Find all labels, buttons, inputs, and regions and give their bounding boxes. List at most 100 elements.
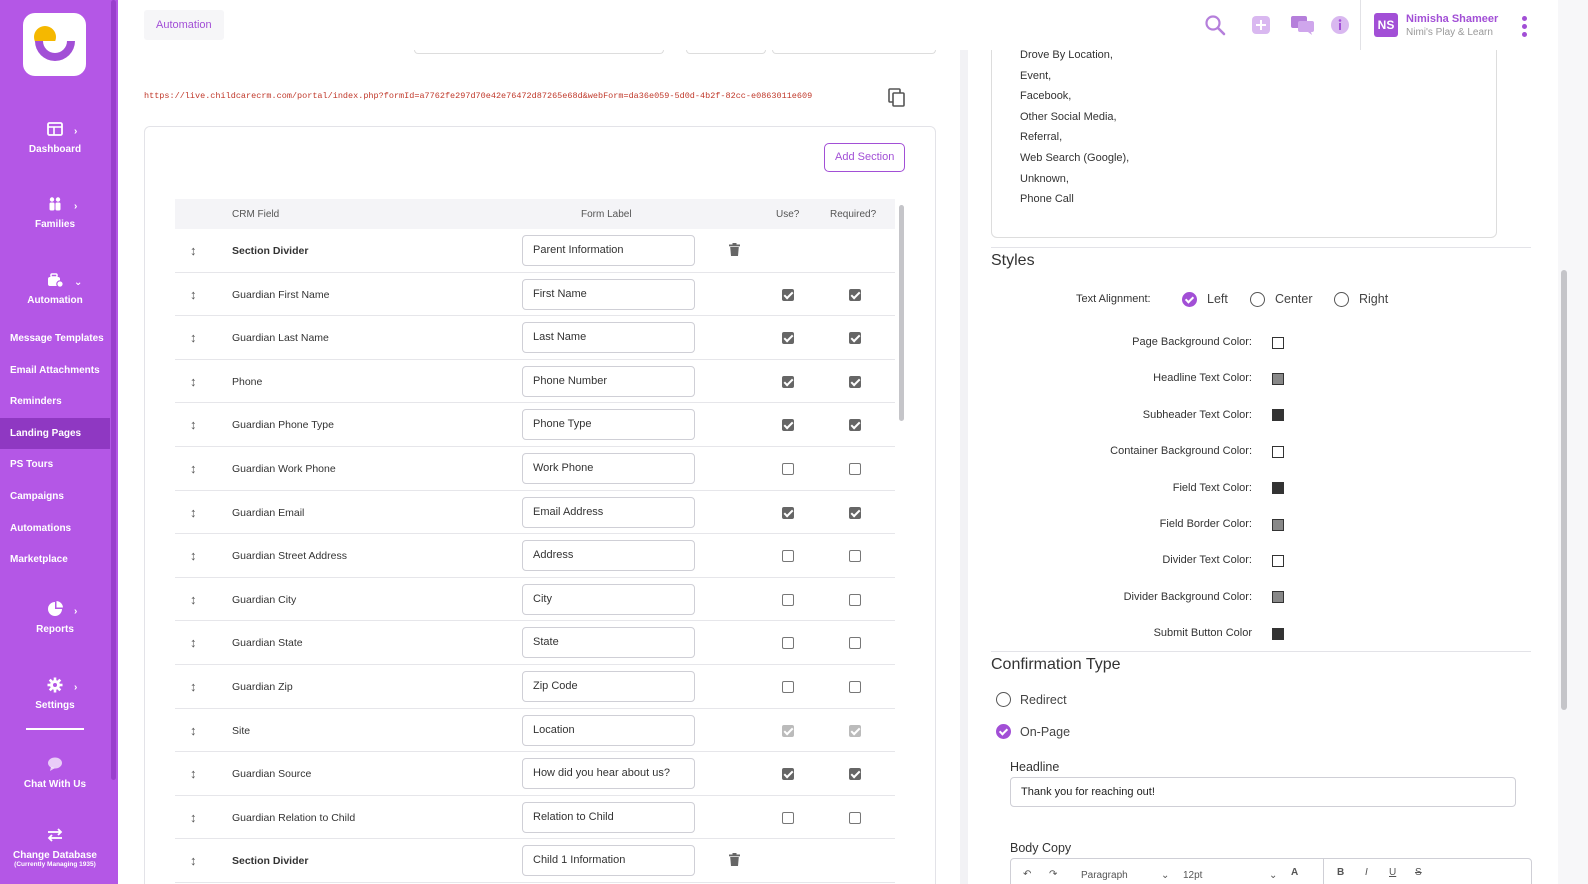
font-color-icon[interactable]: A [1291,867,1298,878]
required-checkbox[interactable] [849,768,861,781]
format-select[interactable]: Paragraph [1081,870,1128,881]
required-checkbox[interactable] [849,550,861,563]
required-checkbox[interactable] [849,637,861,650]
use-checkbox[interactable] [782,419,794,432]
alignment-radio-left[interactable] [1182,292,1197,307]
sidebar-item-reports[interactable]: › Reports [0,600,110,635]
headline-input[interactable]: Thank you for reaching out! [1010,777,1516,807]
sidebar-item-change-database[interactable]: Change Database (Currently Managing 1935) [0,826,110,869]
copy-icon[interactable] [888,88,906,108]
sidebar-subitem-email-attachments[interactable]: Email Attachments [0,355,110,386]
sidebar-item-chat-with-us[interactable]: Chat With Us [0,755,110,790]
info-icon[interactable] [1329,14,1351,36]
bold-icon[interactable]: B [1337,867,1344,878]
form-label-input[interactable]: Relation to Child [522,801,695,833]
form-label-input[interactable]: How did you hear about us? [522,758,695,790]
use-checkbox[interactable] [782,332,794,345]
alignment-label-center[interactable]: Center [1275,292,1313,306]
use-checkbox[interactable] [782,550,794,563]
add-icon[interactable] [1250,14,1272,36]
underline-icon[interactable]: U [1389,867,1396,878]
confirmation-radio-on-page[interactable] [996,724,1011,739]
color-swatch[interactable] [1272,554,1284,567]
font-size-select[interactable]: 12pt [1183,870,1202,881]
required-checkbox[interactable] [849,332,861,345]
alignment-radio-right[interactable] [1334,292,1349,307]
search-icon[interactable] [1204,14,1226,36]
more-options-icon[interactable] [1522,16,1528,40]
drag-handle-icon[interactable]: ↕ [190,461,197,476]
form-label-input[interactable]: Zip Code [522,670,695,702]
drag-handle-icon[interactable]: ↕ [190,635,197,650]
strikethrough-icon[interactable]: S [1415,867,1422,878]
color-swatch[interactable] [1272,591,1284,604]
drag-handle-icon[interactable]: ↕ [190,853,197,868]
sidebar-subitem-message-templates[interactable]: Message Templates [0,323,110,354]
sidebar-item-dashboard[interactable]: › Dashboard [0,120,110,155]
sidebar-subitem-ps-tours[interactable]: PS Tours [0,449,110,480]
alignment-radio-center[interactable] [1250,292,1265,307]
required-checkbox[interactable] [849,811,861,824]
avatar[interactable]: NS [1374,13,1398,37]
use-checkbox[interactable] [782,811,794,824]
form-label-input[interactable]: First Name [522,278,695,310]
form-label-input[interactable]: Work Phone [522,452,695,484]
form-label-input[interactable]: Parent Information [522,235,695,266]
form-label-input[interactable]: Phone Number [522,365,695,397]
form-label-input[interactable]: City [522,583,695,615]
trash-icon[interactable] [729,853,740,867]
color-swatch[interactable] [1272,409,1284,422]
alignment-label-left[interactable]: Left [1207,292,1228,306]
color-swatch[interactable] [1272,372,1284,385]
confirmation-label-redirect[interactable]: Redirect [1020,693,1067,707]
color-swatch[interactable] [1272,336,1284,349]
add-section-button[interactable]: Add Section [824,143,906,172]
drag-handle-icon[interactable]: ↕ [190,766,197,781]
italic-icon[interactable]: I [1365,867,1368,878]
form-label-input[interactable]: Location [522,714,695,746]
confirmation-radio-redirect[interactable] [996,692,1011,707]
drag-handle-icon[interactable]: ↕ [190,505,197,520]
sidebar-subitem-reminders[interactable]: Reminders [0,386,110,417]
sidebar-subitem-marketplace[interactable]: Marketplace [0,544,110,575]
sidebar-item-automation[interactable]: ⌄ Automation [0,271,110,306]
required-checkbox[interactable] [849,375,861,388]
drag-handle-icon[interactable]: ↕ [190,548,197,563]
drag-handle-icon[interactable]: ↕ [190,592,197,607]
use-checkbox[interactable] [782,680,794,693]
form-label-input[interactable]: State [522,627,695,659]
redo-icon[interactable]: ↷ [1049,869,1057,880]
form-label-input[interactable]: Address [522,540,695,572]
form-label-input[interactable]: Child 1 Information [522,845,695,877]
sidebar-scrollbar[interactable] [111,0,116,780]
sidebar-item-families[interactable]: › Families [0,195,110,230]
drag-handle-icon[interactable]: ↕ [190,723,197,738]
required-checkbox[interactable] [849,506,861,519]
app-logo[interactable] [23,13,86,76]
page-scrollbar[interactable] [1558,0,1588,884]
required-checkbox[interactable] [849,680,861,693]
color-swatch[interactable] [1272,482,1284,495]
use-checkbox[interactable] [782,637,794,650]
color-swatch[interactable] [1272,445,1284,458]
form-label-input[interactable]: Phone Type [522,409,695,441]
breadcrumb[interactable]: Automation [144,10,224,40]
required-checkbox[interactable] [849,462,861,475]
required-checkbox[interactable] [849,593,861,606]
color-swatch[interactable] [1272,627,1284,640]
use-checkbox[interactable] [782,462,794,475]
trash-icon[interactable] [729,243,740,256]
use-checkbox[interactable] [782,593,794,606]
form-label-input[interactable]: Email Address [522,496,695,528]
drag-handle-icon[interactable]: ↕ [190,374,197,389]
sidebar-subitem-campaigns[interactable]: Campaigns [0,481,110,512]
undo-icon[interactable]: ↶ [1023,869,1031,880]
sidebar-item-settings[interactable]: › Settings [0,676,110,711]
drag-handle-icon[interactable]: ↕ [190,417,197,432]
use-checkbox[interactable] [782,768,794,781]
drag-handle-icon[interactable]: ↕ [190,243,197,258]
use-checkbox[interactable] [782,375,794,388]
table-scrollbar[interactable] [899,205,904,421]
color-swatch[interactable] [1272,518,1284,531]
user-name[interactable]: Nimisha Shameer [1406,13,1498,25]
